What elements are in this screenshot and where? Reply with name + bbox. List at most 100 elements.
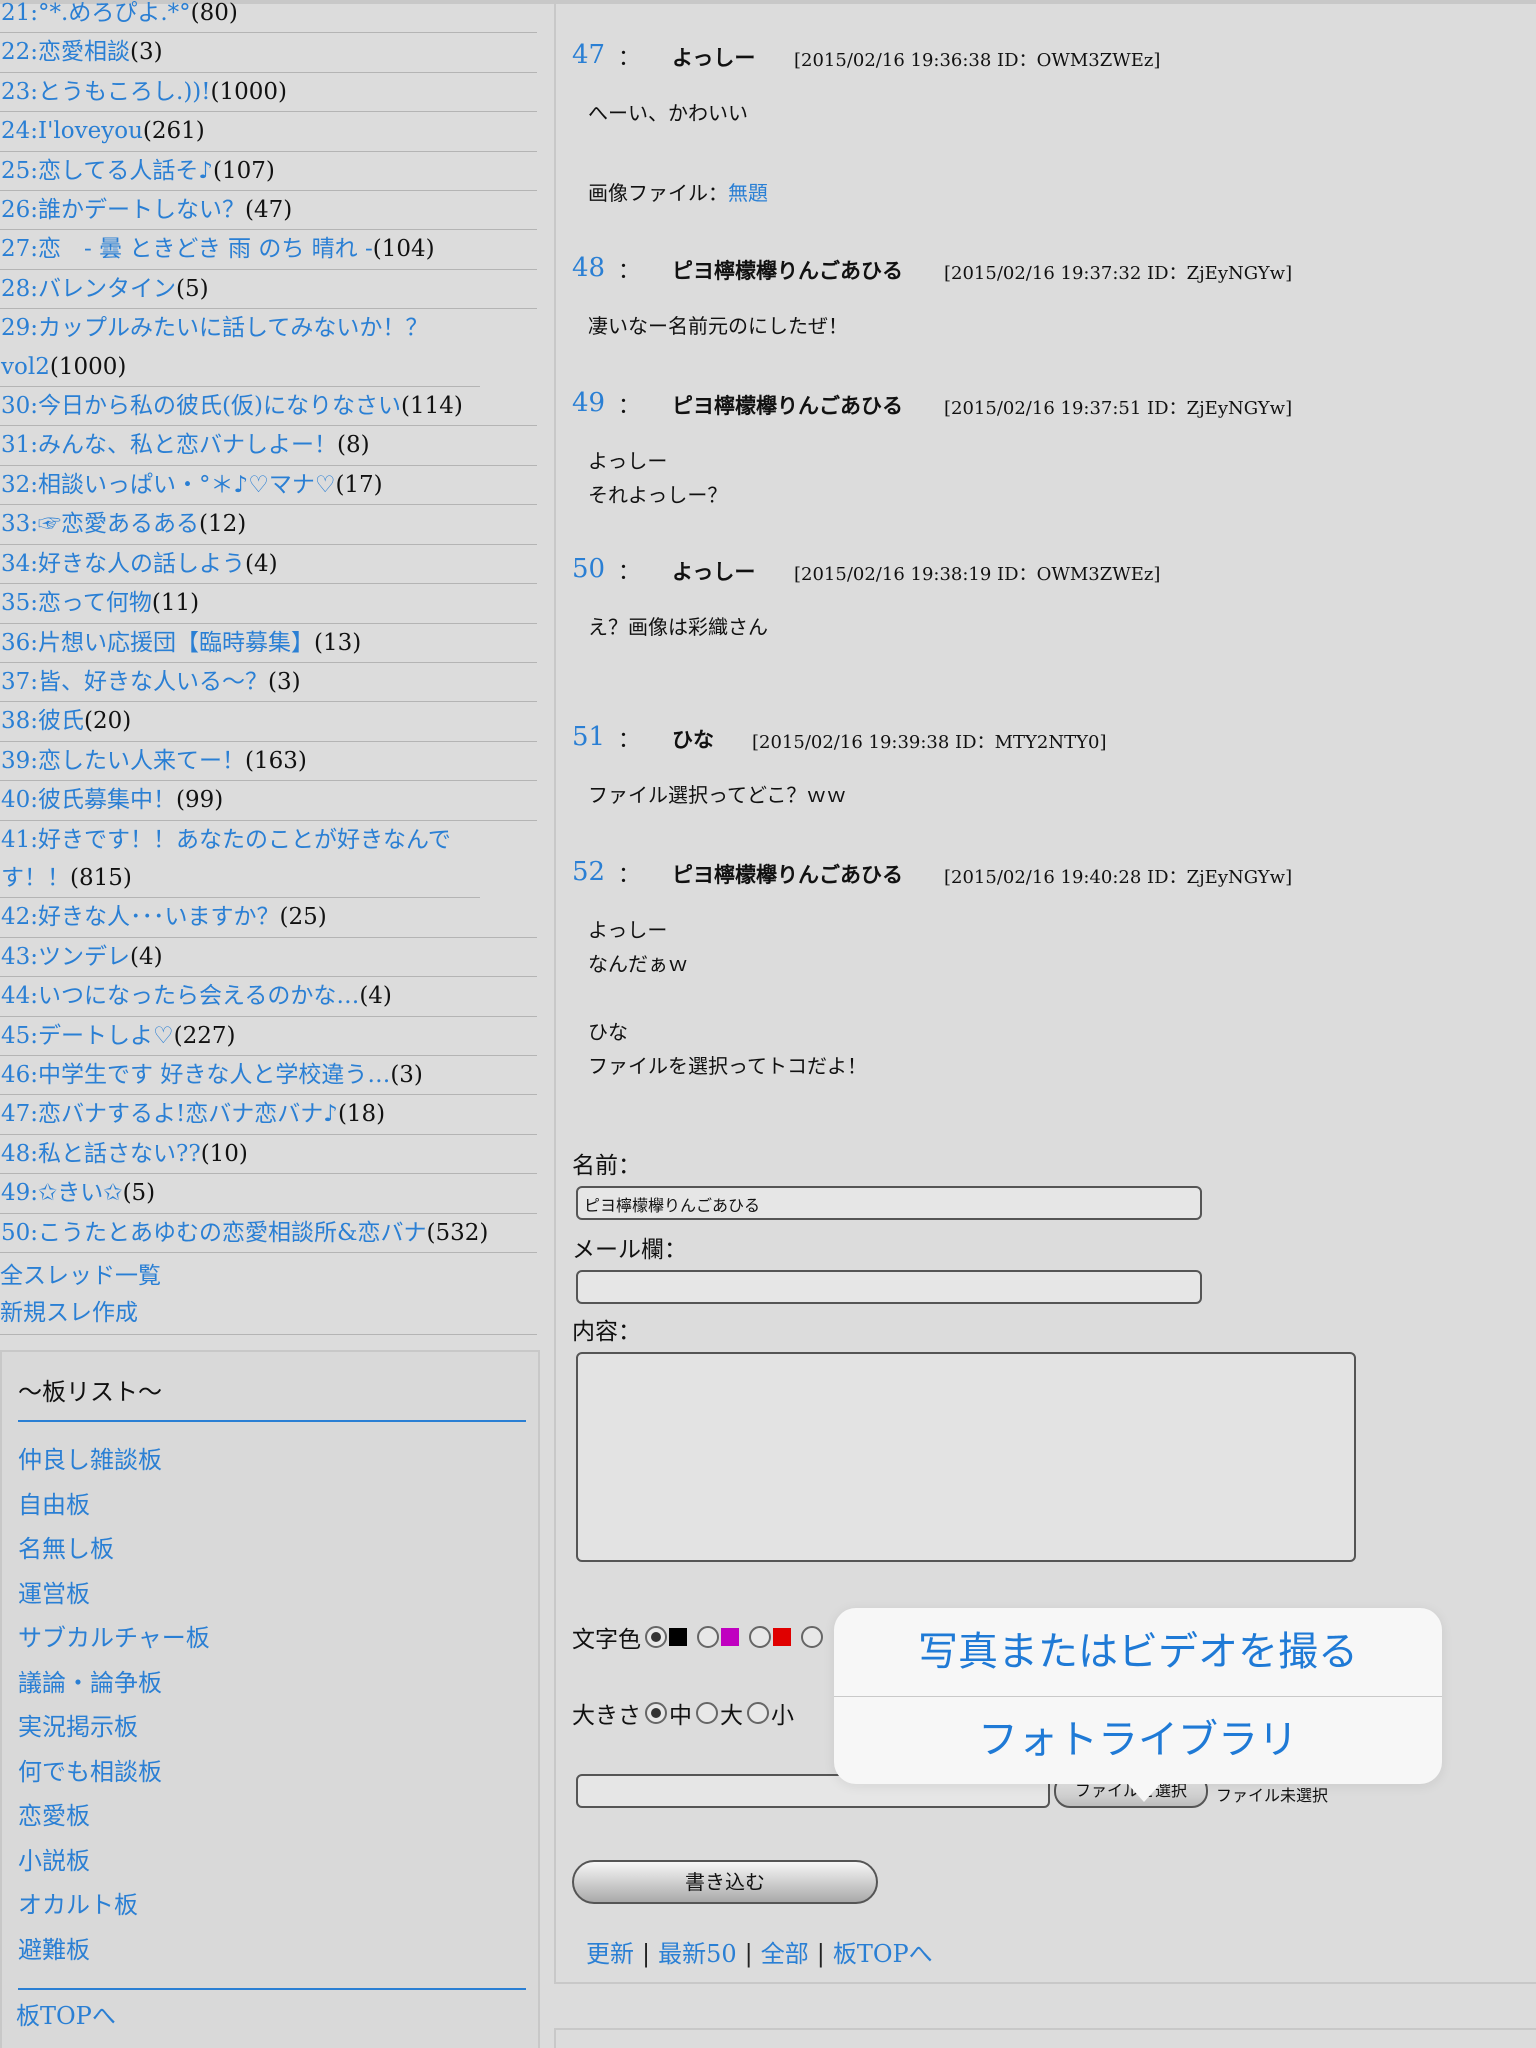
- color-radio-purple[interactable]: [697, 1626, 719, 1648]
- all-posts-link[interactable]: 全部: [761, 1940, 809, 1968]
- photo-library-option[interactable]: フォトライブラリ: [834, 1696, 1442, 1784]
- thread-title[interactable]: 37:皆、好きな人いる〜？: [1, 669, 268, 695]
- color-radio-more[interactable]: [801, 1626, 823, 1648]
- thread-title[interactable]: 33:☞恋愛あるある: [1, 511, 199, 537]
- thread-item[interactable]: 35:恋って何物(11): [0, 584, 537, 624]
- color-radio-red[interactable]: [749, 1626, 771, 1648]
- size-radio-medium[interactable]: [645, 1702, 667, 1724]
- thread-title[interactable]: 44:いつになったら会えるのかな…: [1, 983, 359, 1009]
- board-item[interactable]: 名無し板: [18, 1527, 210, 1572]
- board-item[interactable]: 仲良し雑談板: [18, 1438, 210, 1483]
- submit-button[interactable]: 書き込む: [572, 1860, 878, 1904]
- thread-item[interactable]: 28:バレンタイン(5): [0, 270, 537, 310]
- thread-item[interactable]: 41:好きです！！あなたのことが好きなんです！！(815): [0, 821, 480, 899]
- post-number[interactable]: 47: [572, 40, 605, 70]
- post-number[interactable]: 50: [572, 554, 605, 584]
- thread-item[interactable]: 32:相談いっぱい・°＊♪♡マナ♡(17): [0, 466, 537, 506]
- thread-item[interactable]: 23:とうもころし.))!(1000): [0, 73, 537, 113]
- board-item[interactable]: 運営板: [18, 1572, 210, 1617]
- board-top-link[interactable]: 板TOPへ: [16, 1996, 116, 2031]
- board-item[interactable]: 小説板: [18, 1839, 210, 1884]
- thread-item[interactable]: 26:誰かデートしない？(47): [0, 191, 537, 231]
- thread-item[interactable]: 29:カップルみたいに話してみないか！？vol2(1000): [0, 309, 480, 388]
- thread-title[interactable]: 32:相談いっぱい・°＊♪♡マナ♡: [1, 472, 335, 498]
- size-radio-small[interactable]: [747, 1702, 769, 1724]
- thread-item[interactable]: 25:恋してる人話そ♪(107): [0, 152, 537, 192]
- thread-item[interactable]: 50:こうたとあゆむの恋愛相談所&恋バナ(532): [0, 1214, 537, 1253]
- thread-item[interactable]: 46:中学生です 好きな人と学校違う…(3): [0, 1056, 537, 1096]
- thread-item[interactable]: 44:いつになったら会えるのかな…(4): [0, 977, 537, 1017]
- thread-title[interactable]: 38:彼氏: [1, 708, 84, 734]
- thread-title[interactable]: 42:好きな人･･･いますか？: [1, 904, 280, 930]
- thread-title[interactable]: 25:恋してる人話そ♪: [1, 158, 213, 184]
- new-thread-link[interactable]: 新規スレ作成: [0, 1295, 537, 1332]
- thread-item[interactable]: 49:✩きい✩(5): [0, 1174, 537, 1214]
- content-textarea[interactable]: [576, 1352, 1356, 1562]
- thread-title[interactable]: 21:°*.めろぴよ.*°: [1, 0, 191, 26]
- thread-title[interactable]: 48:私と話さない??: [1, 1141, 201, 1167]
- thread-title[interactable]: 28:バレンタイン: [1, 276, 176, 302]
- thread-title[interactable]: 36:片想い応援団【臨時募集】: [1, 630, 314, 656]
- thread-item[interactable]: 33:☞恋愛あるある(12): [0, 505, 537, 545]
- thread-item[interactable]: 30:今日から私の彼氏(仮)になりなさい(114): [0, 387, 537, 427]
- board-item[interactable]: 実況掲示板: [18, 1705, 210, 1750]
- thread-item[interactable]: 37:皆、好きな人いる〜？(3): [0, 663, 537, 703]
- thread-title[interactable]: 27:恋 - 曇 ときどき 雨 のち 晴れ -: [1, 236, 373, 262]
- thread-title[interactable]: 30:今日から私の彼氏(仮)になりなさい: [1, 393, 401, 419]
- post-number[interactable]: 51: [572, 722, 605, 752]
- thread-item[interactable]: 38:彼氏(20): [0, 702, 537, 742]
- board-item[interactable]: 議論・論争板: [18, 1661, 210, 1706]
- board-item[interactable]: 何でも相談板: [18, 1750, 210, 1795]
- board-list-title: 〜板リスト〜: [18, 1378, 162, 1406]
- board-item[interactable]: オカルト板: [18, 1883, 210, 1928]
- board-item[interactable]: サブカルチャー板: [18, 1616, 210, 1661]
- thread-title[interactable]: 46:中学生です 好きな人と学校違う…: [1, 1062, 390, 1088]
- thread-title[interactable]: 40:彼氏募集中！: [1, 787, 176, 813]
- thread-item[interactable]: 47:恋バナするよ!恋バナ恋バナ♪(18): [0, 1095, 537, 1135]
- all-threads-link[interactable]: 全スレッド一覧: [0, 1258, 537, 1295]
- thread-title[interactable]: 35:恋って何物: [1, 590, 152, 616]
- board-item[interactable]: 恋愛板: [18, 1794, 210, 1839]
- reload-link[interactable]: 更新: [586, 1940, 634, 1968]
- board-item[interactable]: 自由板: [18, 1483, 210, 1528]
- thread-item[interactable]: 43:ツンデレ(4): [0, 938, 537, 978]
- thread-item[interactable]: 39:恋したい人来てー！(163): [0, 742, 537, 782]
- thread-item[interactable]: 21:°*.めろぴよ.*°(80): [0, 0, 537, 34]
- latest50-link[interactable]: 最新50: [658, 1940, 737, 1968]
- mail-input[interactable]: [576, 1270, 1202, 1304]
- thread-title[interactable]: 23:とうもころし.))!: [1, 79, 211, 105]
- thread-item[interactable]: 45:デートしよ♡(227): [0, 1017, 537, 1056]
- post-number[interactable]: 52: [572, 857, 605, 887]
- post-number[interactable]: 48: [572, 253, 605, 283]
- thread-title[interactable]: 49:✩きい✩: [1, 1180, 123, 1206]
- thread-title[interactable]: 34:好きな人の話しよう: [1, 551, 245, 577]
- color-radio-black[interactable]: [645, 1626, 667, 1648]
- thread-item[interactable]: 36:片想い応援団【臨時募集】(13): [0, 624, 537, 663]
- thread-item[interactable]: 31:みんな、私と恋バナしよー！(8): [0, 426, 537, 466]
- thread-title[interactable]: 31:みんな、私と恋バナしよー！: [1, 432, 337, 458]
- thread-title[interactable]: 24:I'loveyou: [1, 118, 143, 144]
- thread-item[interactable]: 27:恋 - 曇 ときどき 雨 のち 晴れ -(104): [0, 230, 537, 270]
- board-item[interactable]: 避難板: [18, 1928, 210, 1973]
- thread-title[interactable]: 39:恋したい人来てー！: [1, 748, 245, 774]
- thread-item[interactable]: 48:私と話さない??(10): [0, 1135, 537, 1175]
- image-file-link[interactable]: 無題: [728, 181, 768, 205]
- thread-item[interactable]: 22:恋愛相談(3): [0, 33, 537, 73]
- board-top-link[interactable]: 板TOPへ: [833, 1940, 933, 1968]
- thread-title[interactable]: 50:こうたとあゆむの恋愛相談所&恋バナ: [1, 1220, 427, 1246]
- thread-title[interactable]: 43:ツンデレ: [1, 944, 130, 970]
- size-radio-large[interactable]: [696, 1702, 718, 1724]
- post-number[interactable]: 49: [572, 388, 605, 418]
- thread-item[interactable]: 40:彼氏募集中！(99): [0, 781, 537, 821]
- thread-title[interactable]: 22:恋愛相談: [1, 39, 130, 65]
- name-input[interactable]: ピヨ檸檬欅りんごあひる: [576, 1186, 1202, 1220]
- thread-title[interactable]: 47:恋バナするよ!恋バナ恋バナ♪: [1, 1101, 338, 1127]
- take-photo-option[interactable]: 写真またはビデオを撮る: [834, 1608, 1442, 1696]
- thread-title[interactable]: 26:誰かデートしない？: [1, 197, 245, 223]
- thread-count: (107): [213, 157, 275, 184]
- thread-title[interactable]: 41:好きです！！あなたのことが好きなんです！！: [1, 827, 451, 891]
- thread-item[interactable]: 24:I'loveyou(261): [0, 112, 537, 152]
- thread-item[interactable]: 34:好きな人の話しよう(4): [0, 545, 537, 585]
- thread-title[interactable]: 45:デートしよ♡: [1, 1023, 174, 1049]
- thread-item[interactable]: 42:好きな人･･･いますか？(25): [0, 898, 537, 938]
